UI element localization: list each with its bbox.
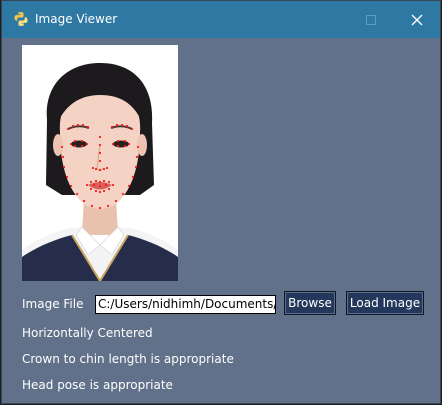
title-bar[interactable]: Image Viewer <box>2 1 440 38</box>
image-file-label: Image File <box>22 297 84 311</box>
load-image-button[interactable]: Load Image <box>346 291 424 315</box>
close-icon <box>411 14 423 25</box>
portrait-photo <box>22 45 178 281</box>
maximize-icon <box>366 14 376 25</box>
status-head-pose: Head pose is appropriate <box>22 378 173 392</box>
minimize-button[interactable] <box>302 1 348 38</box>
status-horizontal-centering: Horizontally Centered <box>22 326 153 340</box>
image-file-path-input[interactable] <box>95 295 276 314</box>
maximize-button[interactable] <box>348 1 394 38</box>
image-viewer-window: Image Viewer Image File C:/Users/nidhimh… <box>2 1 440 403</box>
close-button[interactable] <box>394 1 440 38</box>
minimize-icon <box>320 19 330 20</box>
window-title: Image Viewer <box>35 12 118 26</box>
portrait-image <box>22 45 178 281</box>
python-icon <box>14 12 28 26</box>
browse-button[interactable]: Browse <box>284 291 336 315</box>
status-crown-chin-length: Crown to chin length is appropriate <box>22 352 234 366</box>
